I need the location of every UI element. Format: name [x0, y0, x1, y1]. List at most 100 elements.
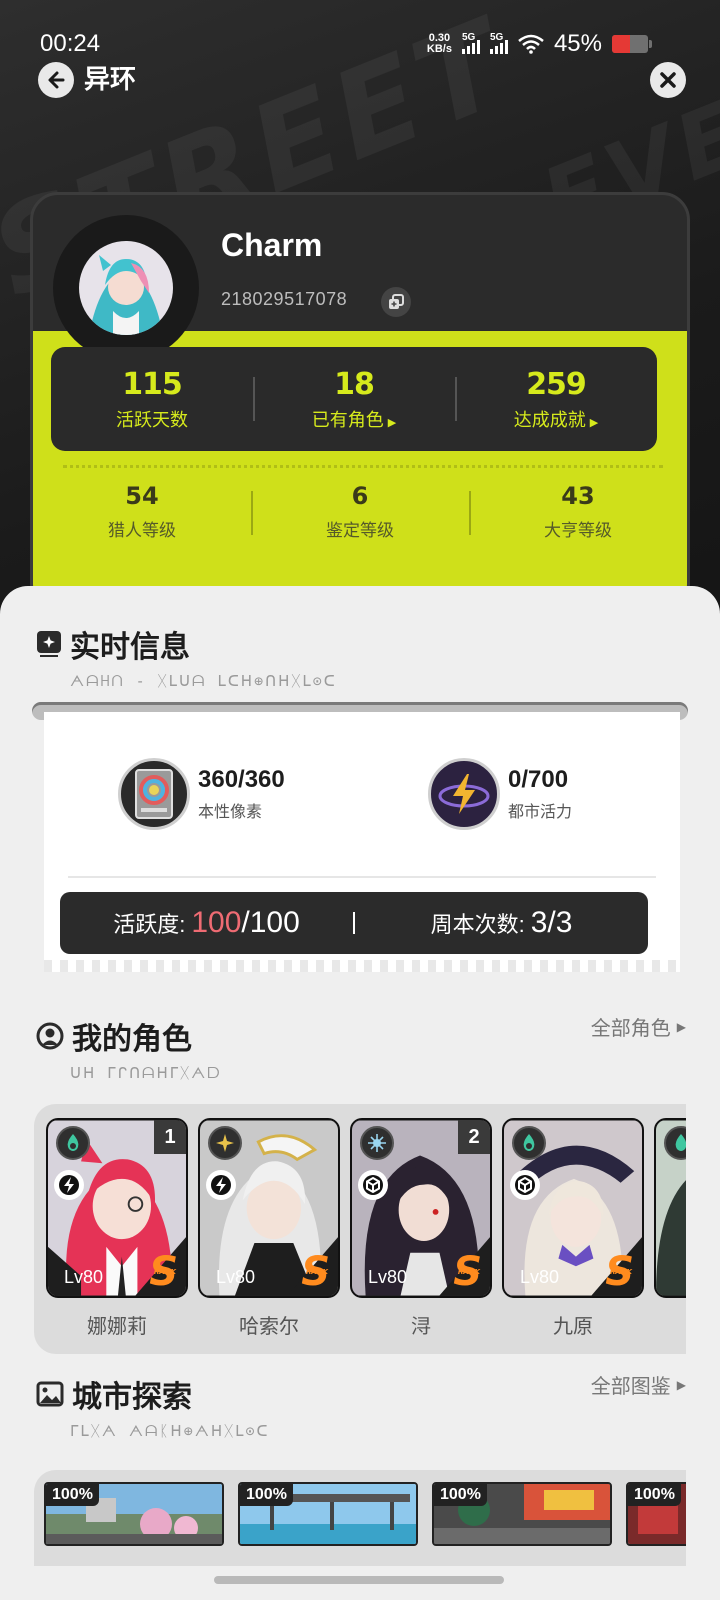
- stat-value: 259: [526, 366, 587, 402]
- character-rank-number: [610, 1120, 642, 1154]
- element-physical-icon: [208, 1126, 242, 1160]
- status-bar: 00:24 0.30 KB/s 5G 5G 45%: [0, 0, 720, 64]
- image-gallery-icon: [36, 1381, 64, 1407]
- character-card[interactable]: 2 Lv80 S RANK 浔: [350, 1118, 492, 1339]
- grade-sub: RANK: [457, 1268, 480, 1276]
- stat-label: 达成成就: [513, 409, 586, 431]
- realtime-info-card: 360/360 本性像素 0/700 都市活力 活跃度: 100/100 周本次…: [44, 712, 680, 972]
- avatar: [79, 241, 173, 335]
- resource-energy: 0/700 都市活力: [428, 758, 572, 830]
- section-subtitle: ᑌᕼ ᒥᒋᑎᗩᕼᒥᚷᗅᗞ: [70, 1064, 222, 1082]
- role-support-icon: [510, 1170, 540, 1200]
- section-title: 城市探索: [72, 1380, 192, 1415]
- link-label: 全部角色: [590, 1016, 671, 1040]
- activity-bar: 活跃度: 100/100 周本次数: 3/3: [60, 892, 648, 954]
- stat-label: 活跃天数: [116, 409, 188, 431]
- copy-icon: [389, 294, 404, 309]
- stat-value: 115: [122, 366, 183, 402]
- role-strike-icon: [206, 1170, 236, 1200]
- back-button[interactable]: [38, 62, 74, 98]
- user-id: 218029517078: [221, 289, 348, 309]
- status-icons: 0.30 KB/s 5G 5G 45%: [427, 30, 652, 58]
- chevron-right-icon: ▶: [387, 415, 397, 429]
- completion-badge: 100%: [434, 1484, 487, 1506]
- sim2-label: 5G: [489, 32, 504, 43]
- signal-icon: 5G: [489, 32, 508, 54]
- chevron-right-icon: ▶: [676, 1377, 686, 1392]
- status-time: 00:24: [40, 30, 101, 57]
- resource-value: 360/360: [198, 766, 285, 793]
- character-rank-number: 1: [154, 1120, 186, 1154]
- grade-badge: S RANK: [301, 1252, 330, 1292]
- city-area-card[interactable]: 100%: [238, 1482, 418, 1546]
- character-level: Lv80: [64, 1267, 104, 1287]
- element-ice-icon: [360, 1126, 394, 1160]
- lightning-energy-icon: [428, 758, 500, 830]
- back-arrow-icon: [48, 71, 65, 89]
- stat-achievements[interactable]: 259 达成成就 ▶: [455, 347, 657, 451]
- section-subtitle: ᗅᗩᕼᑎ - ᚷᒪᑌᗩ ᒪᑕᕼ⊕ᑎᕼᚷᒪ⊙ᑕ: [70, 672, 337, 690]
- home-indicator[interactable]: [214, 1576, 504, 1584]
- character-name: 九原: [553, 1314, 593, 1338]
- activity-total: /100: [241, 906, 300, 939]
- weekly-value: 3/3: [530, 906, 573, 939]
- grade-sub: RANK: [609, 1268, 632, 1276]
- level-label: 猎人等级: [108, 520, 176, 541]
- avatar-frame[interactable]: [53, 215, 199, 361]
- character-card[interactable]: Lv80 S RANK 九原: [502, 1118, 644, 1339]
- sim1-label: 5G: [461, 32, 476, 43]
- page-title: 异环: [84, 65, 137, 95]
- resource-label: 本性像素: [198, 802, 263, 821]
- weekly-label: 周本次数:: [430, 912, 525, 937]
- user-name: Charm: [221, 227, 323, 263]
- grade-badge: S RANK: [149, 1252, 178, 1292]
- city-area-card[interactable]: 100%: [626, 1482, 686, 1546]
- city-section-header: 城市探索: [36, 1372, 192, 1416]
- character-name: 浔: [411, 1314, 431, 1338]
- level-tycoon: 43 大亨等级: [469, 471, 687, 551]
- characters-section-header: 我的角色: [36, 1014, 192, 1058]
- character-carousel[interactable]: 1 Lv80 S RANK 娜娜莉 Lv80 S RANK 哈索尔 2 Lv80…: [34, 1104, 686, 1354]
- city-carousel[interactable]: 100% 100% 100% 100%: [34, 1470, 686, 1566]
- completion-badge: 100%: [240, 1484, 293, 1506]
- profile-stats: 115 活跃天数 18 已有角色 ▶ 259 达成成就 ▶: [51, 347, 657, 451]
- completion-badge: 100%: [46, 1484, 99, 1506]
- character-card-partial[interactable]: [654, 1118, 686, 1298]
- grade-sub: RANK: [153, 1268, 176, 1276]
- battery-icon: [612, 35, 652, 53]
- city-area-card[interactable]: 100%: [44, 1482, 224, 1546]
- card-pixel-icon: [118, 758, 190, 830]
- level-value: 6: [351, 481, 369, 510]
- section-title: 实时信息: [70, 630, 190, 665]
- character-rank-number: [306, 1120, 338, 1154]
- resource-pixel: 360/360 本性像素: [118, 758, 285, 830]
- character-card[interactable]: 1 Lv80 S RANK 娜娜莉: [46, 1118, 188, 1339]
- close-button[interactable]: [650, 62, 686, 98]
- activity-current: 100: [191, 906, 242, 939]
- role-support-icon: [358, 1170, 388, 1200]
- completion-badge: 100%: [628, 1484, 681, 1506]
- all-gallery-link[interactable]: 全部图鉴 ▶: [591, 1370, 686, 1399]
- character-level: Lv80: [368, 1267, 408, 1287]
- person-circle-icon: [36, 1022, 64, 1050]
- character-card[interactable]: Lv80 S RANK 哈索尔: [198, 1118, 340, 1339]
- level-hunter: 54 猎人等级: [33, 471, 251, 551]
- element-ether-icon: [56, 1126, 90, 1160]
- net-speed-unit: KB/s: [426, 43, 452, 55]
- chevron-right-icon: ▶: [589, 415, 599, 429]
- role-strike-icon: [54, 1170, 84, 1200]
- stat-active-days: 115 活跃天数: [51, 347, 253, 451]
- chevron-right-icon: ▶: [676, 1019, 686, 1034]
- level-value: 54: [125, 481, 159, 510]
- resource-label: 都市活力: [508, 802, 573, 821]
- copy-uid-button[interactable]: [381, 287, 411, 317]
- signal-icon: 5G: [461, 32, 480, 54]
- character-level: Lv80: [520, 1267, 560, 1287]
- resource-value: 0/700: [508, 766, 569, 793]
- all-characters-link[interactable]: 全部角色 ▶: [591, 1012, 686, 1041]
- city-area-card[interactable]: 100%: [432, 1482, 612, 1546]
- card-zigzag-edge: [44, 960, 680, 972]
- stat-characters[interactable]: 18 已有角色 ▶: [253, 347, 455, 451]
- grade-badge: S RANK: [605, 1252, 634, 1292]
- element-ether-icon: [512, 1126, 546, 1160]
